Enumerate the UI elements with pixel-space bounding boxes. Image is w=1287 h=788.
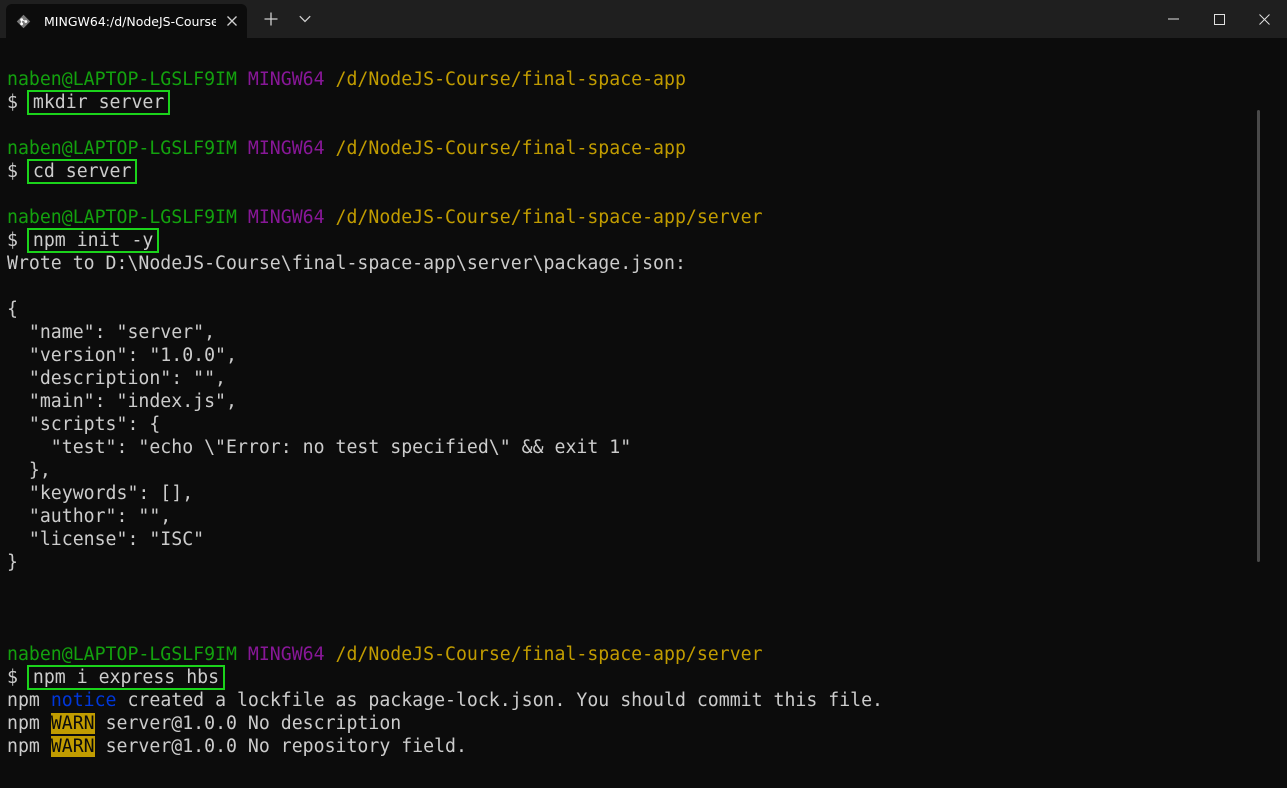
command-highlight: npm init -y (26, 228, 160, 253)
cwd-path: /d/NodeJS-Course/final-space-app/server (335, 207, 763, 228)
log-message: created a lockfile as package-lock.json.… (127, 690, 884, 711)
prompt-line: naben@LAPTOP-LGSLF9IM MINGW64 /d/NodeJS-… (7, 206, 763, 229)
prompt-symbol: $ (7, 667, 18, 688)
user-host: naben@LAPTOP-LGSLF9IM (7, 644, 237, 665)
npm-log-line: npm notice created a lockfile as package… (7, 689, 883, 712)
maximize-icon (1213, 13, 1225, 25)
shell-name: MINGW64 (247, 207, 325, 228)
log-message: server@1.0.0 No repository field. (105, 736, 467, 757)
log-message: server@1.0.0 No description (105, 713, 402, 734)
npm-prefix: npm (7, 713, 40, 734)
output-line: "keywords": [], (7, 483, 194, 504)
command-line: $ mkdir server (7, 90, 171, 115)
tab-title: MINGW64:/d/NodeJS-Course/final-space-app (44, 14, 216, 29)
terminal-output[interactable]: naben@LAPTOP-LGSLF9IM MINGW64 /d/NodeJS-… (7, 68, 1262, 780)
command-highlight: mkdir server (26, 90, 171, 115)
npm-prefix: npm (7, 736, 40, 757)
prompt-symbol: $ (7, 230, 18, 251)
output-line: "test": "echo \"Error: no test specified… (7, 437, 632, 458)
output-line: "scripts": { (7, 414, 161, 435)
tab-dropdown-button[interactable] (294, 9, 316, 29)
close-icon (1259, 13, 1270, 25)
prompt-line: naben@LAPTOP-LGSLF9IM MINGW64 /d/NodeJS-… (7, 137, 686, 160)
cwd-path: /d/NodeJS-Course/final-space-app/server (335, 644, 763, 665)
notice-label: notice (50, 690, 117, 711)
command-highlight: cd server (26, 159, 138, 184)
command-line: $ npm init -y (7, 228, 160, 253)
output-line: "version": "1.0.0", (7, 345, 237, 366)
command-line: $ cd server (7, 159, 138, 184)
npm-log-line: npm WARN server@1.0.0 No repository fiel… (7, 735, 467, 758)
output-line: } (7, 552, 18, 573)
maximize-button[interactable] (1196, 0, 1242, 38)
output-line: { (7, 299, 18, 320)
output-line: "name": "server", (7, 322, 216, 343)
prompt-line: naben@LAPTOP-LGSLF9IM MINGW64 /d/NodeJS-… (7, 68, 686, 91)
shell-name: MINGW64 (247, 138, 325, 159)
npm-log-line: npm WARN server@1.0.0 No description (7, 712, 401, 735)
tab-close-icon[interactable] (226, 15, 238, 27)
warn-badge: WARN (50, 713, 95, 734)
minimize-icon (1167, 18, 1179, 20)
close-window-button[interactable] (1242, 0, 1287, 38)
output-line: }, (7, 460, 51, 481)
scrollbar[interactable] (1257, 110, 1260, 562)
shell-name: MINGW64 (247, 644, 325, 665)
title-bar: MINGW64:/d/NodeJS-Course/final-space-app (0, 0, 1287, 38)
prompt-line: naben@LAPTOP-LGSLF9IM MINGW64 /d/NodeJS-… (7, 643, 763, 666)
user-host: naben@LAPTOP-LGSLF9IM (7, 138, 237, 159)
minimize-button[interactable] (1150, 0, 1196, 38)
new-tab-button[interactable] (260, 9, 282, 29)
command-line: $ npm i express hbs (7, 665, 226, 690)
cwd-path: /d/NodeJS-Course/final-space-app (335, 138, 686, 159)
output-line: Wrote to D:\NodeJS-Course\final-space-ap… (7, 253, 686, 274)
npm-prefix: npm (7, 690, 40, 711)
git-bash-icon (16, 14, 31, 29)
prompt-symbol: $ (7, 161, 18, 182)
prompt-symbol: $ (7, 92, 18, 113)
shell-name: MINGW64 (247, 69, 325, 90)
user-host: naben@LAPTOP-LGSLF9IM (7, 69, 237, 90)
output-line: "main": "index.js", (7, 391, 237, 412)
chevron-down-icon (299, 15, 311, 23)
output-line: "license": "ISC" (7, 529, 205, 550)
warn-badge: WARN (50, 736, 95, 757)
user-host: naben@LAPTOP-LGSLF9IM (7, 207, 237, 228)
terminal-tab[interactable]: MINGW64:/d/NodeJS-Course/final-space-app (6, 4, 247, 38)
command-highlight: npm i express hbs (26, 665, 226, 690)
plus-icon (264, 12, 278, 26)
cwd-path: /d/NodeJS-Course/final-space-app (335, 69, 686, 90)
output-line: "description": "", (7, 368, 226, 389)
output-line: "author": "", (7, 506, 172, 527)
